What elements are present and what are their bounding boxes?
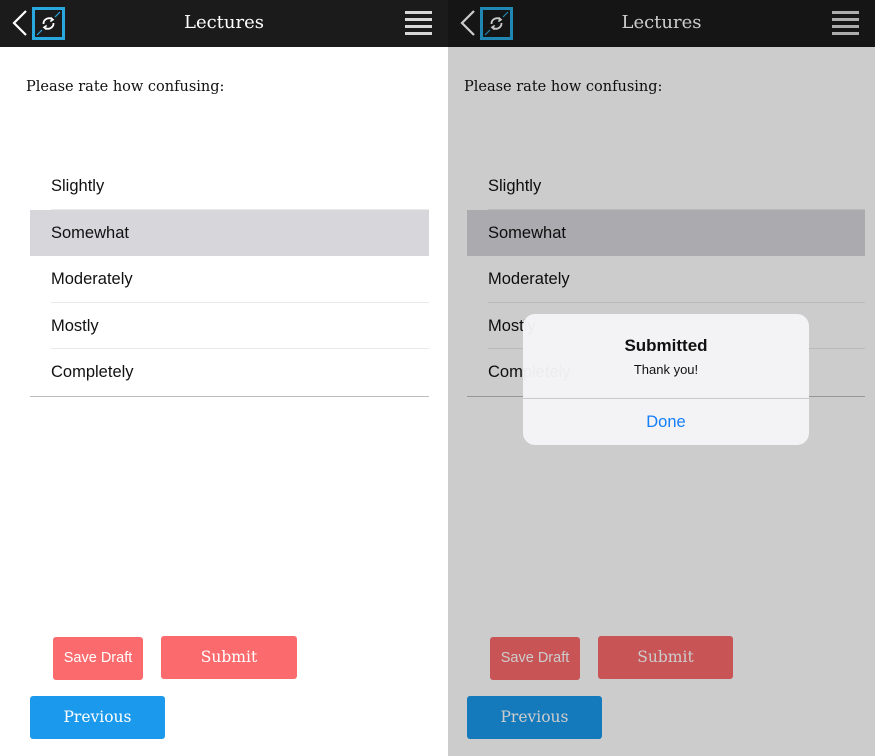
option-moderately[interactable]: Moderately <box>30 256 429 303</box>
submit-button[interactable]: Submit <box>161 636 297 679</box>
option-label: Mostly <box>51 316 99 335</box>
option-slightly[interactable]: Slightly <box>30 163 429 210</box>
alert-message: Thank you! <box>633 362 699 377</box>
option-label: Moderately <box>51 270 133 289</box>
rating-options: Slightly Somewhat Moderately Mostly Comp… <box>30 163 429 397</box>
survey-screen: Lectures Please rate how confusing: Slig… <box>0 0 448 756</box>
option-label: Completely <box>51 363 134 382</box>
alert-title: Submitted <box>624 336 708 355</box>
save-draft-button[interactable]: Save Draft <box>53 637 143 680</box>
option-label: Somewhat <box>51 223 129 242</box>
done-button[interactable]: Done <box>523 399 809 445</box>
chevron-left-icon <box>12 10 27 36</box>
nav-bar: Lectures <box>0 0 448 47</box>
previous-button[interactable]: Previous <box>30 696 165 739</box>
hamburger-menu-icon[interactable] <box>405 11 432 36</box>
submitted-alert: Submitted Thank you! Done <box>523 314 809 445</box>
option-completely[interactable]: Completely <box>30 349 429 396</box>
survey-screen-submitted: Lectures Please rate how confusing: Slig… <box>448 0 875 756</box>
option-mostly[interactable]: Mostly <box>30 303 429 350</box>
page-title: Lectures <box>183 12 264 33</box>
option-somewhat[interactable]: Somewhat <box>30 209 429 257</box>
back-button[interactable] <box>8 5 32 41</box>
survey-prompt: Please rate how confusing: <box>26 79 225 95</box>
option-label: Slightly <box>51 177 105 195</box>
sync-logo-icon[interactable] <box>32 7 65 40</box>
